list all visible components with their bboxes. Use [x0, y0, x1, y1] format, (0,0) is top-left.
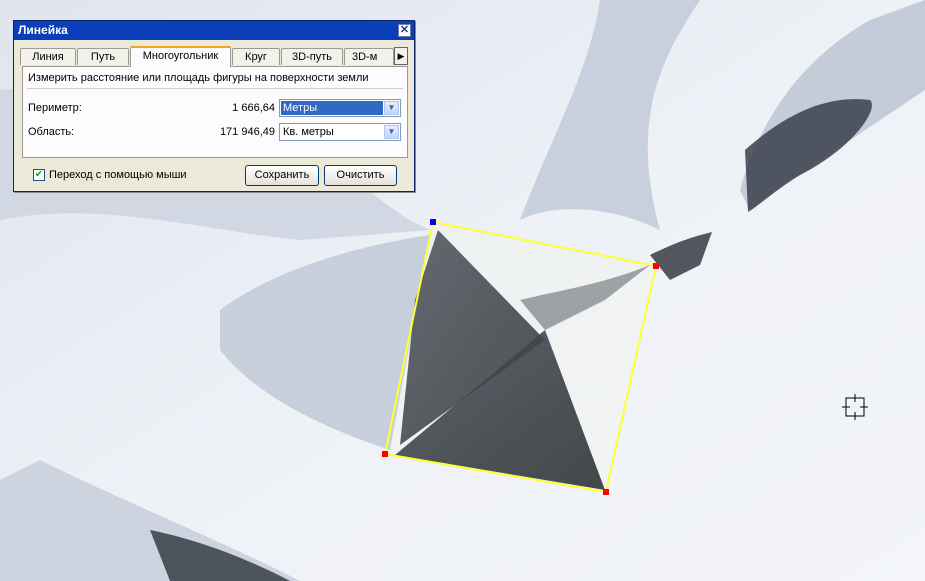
- save-button[interactable]: Сохранить: [245, 165, 319, 186]
- clear-button[interactable]: Очистить: [324, 165, 397, 186]
- mouse-nav-checkbox[interactable]: ✔: [33, 169, 45, 181]
- close-icon[interactable]: ✕: [398, 24, 411, 37]
- dialog-footer: ✔ Переход с помощью мыши Сохранить Очист…: [14, 163, 414, 191]
- polygon-vertex[interactable]: [653, 263, 659, 269]
- perimeter-value: 1 666,64: [232, 102, 275, 114]
- chevron-down-icon[interactable]: ▼: [384, 101, 399, 115]
- dialog-title: Линейка: [18, 23, 68, 37]
- divider: [27, 88, 403, 89]
- polygon-vertex[interactable]: [382, 451, 388, 457]
- polygon-panel: Измерить расстояние или площадь фигуры н…: [22, 66, 408, 158]
- area-label: Область:: [28, 126, 75, 138]
- tab-polygon[interactable]: Многоугольник: [130, 46, 231, 67]
- panel-description: Измерить расстояние или площадь фигуры н…: [28, 72, 369, 84]
- polygon-vertex[interactable]: [603, 489, 609, 495]
- perimeter-unit-select[interactable]: Метры ▼: [279, 99, 401, 117]
- area-unit-select[interactable]: Кв. метры ▼: [279, 123, 401, 141]
- tab-circle[interactable]: Круг: [232, 48, 280, 65]
- tab-strip: Линия Путь Многоугольник Круг 3D-путь 3D…: [20, 46, 408, 67]
- polygon-vertex-start[interactable]: [430, 219, 436, 225]
- chevron-down-icon[interactable]: ▼: [384, 125, 399, 139]
- area-unit-value: Кв. метры: [283, 126, 334, 138]
- tab-line[interactable]: Линия: [20, 48, 76, 65]
- dialog-titlebar[interactable]: Линейка ✕: [14, 21, 414, 40]
- crosshair-cursor-icon: [842, 394, 868, 420]
- measurement-polygon[interactable]: [383, 220, 658, 494]
- mouse-nav-label: Переход с помощью мыши: [49, 169, 187, 181]
- tab-3d-path[interactable]: 3D-путь: [281, 48, 343, 65]
- area-value: 171 946,49: [219, 126, 275, 138]
- ruler-dialog: Линейка ✕ Линия Путь Многоугольник Круг …: [13, 20, 415, 192]
- arrow-right-icon[interactable]: ▶: [394, 47, 408, 65]
- tab-3d-polygon[interactable]: 3D-м: [344, 48, 394, 65]
- perimeter-unit-value: Метры: [281, 101, 383, 115]
- perimeter-label: Периметр:: [28, 102, 82, 114]
- tab-path[interactable]: Путь: [77, 48, 129, 65]
